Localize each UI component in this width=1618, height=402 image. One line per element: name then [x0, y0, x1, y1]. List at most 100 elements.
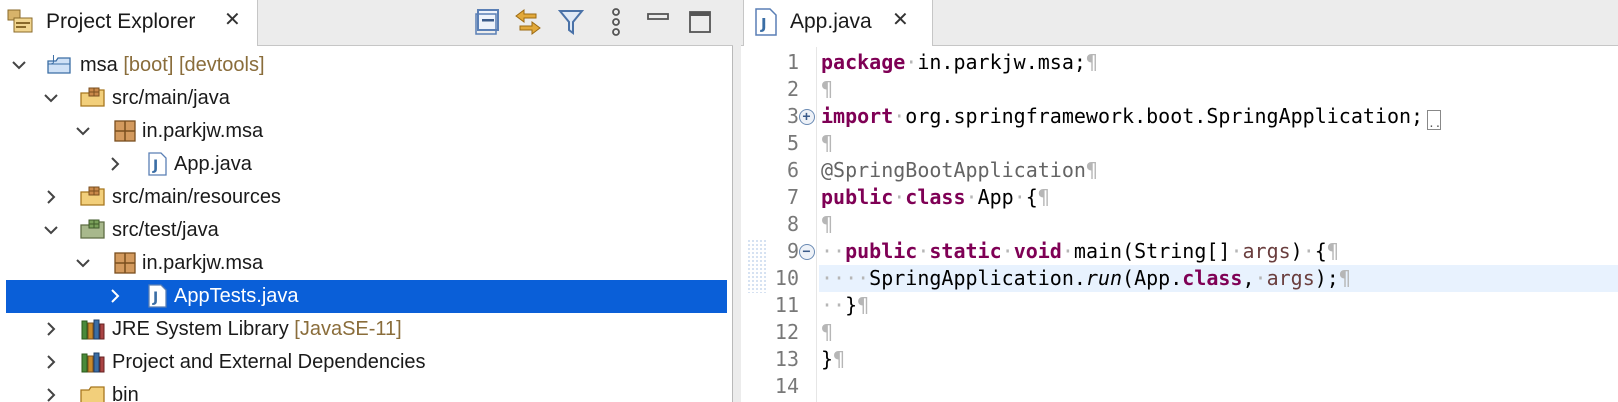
tree-item-label: Project and External Dependencies — [112, 351, 426, 373]
test-folder-icon — [80, 219, 105, 239]
project-tree: J msa [boot] [devtools] src/main/java in… — [0, 48, 733, 402]
chevron-right-icon[interactable] — [42, 188, 60, 206]
code-line[interactable]: ¶ — [819, 319, 1618, 346]
tab-project-explorer[interactable]: Project Explorer ✕ — [0, 0, 258, 46]
project-explorer-icon — [7, 9, 33, 33]
tree-item-label: in.parkjw.msa — [142, 120, 264, 142]
tree-item-label: bin — [112, 384, 139, 402]
collapsed-imports-box[interactable]: .. — [1427, 110, 1441, 130]
tree-item-label: App.java — [174, 153, 252, 175]
line-number: 2 — [786, 77, 799, 101]
tree-item-label: src/main/resources — [112, 186, 281, 208]
chevron-right-icon[interactable] — [42, 353, 60, 371]
editor-header: J App.java ✕ — [741, 0, 1618, 46]
tab-label: App.java — [790, 10, 872, 33]
chevron-right-icon[interactable] — [106, 155, 124, 173]
line-number: 12 — [774, 320, 799, 344]
package-icon — [114, 252, 136, 274]
tree-item-bin[interactable]: bin — [6, 379, 727, 402]
folder-icon — [80, 386, 105, 402]
project-icon: J — [47, 54, 71, 74]
code-line[interactable]: public·class·App·{¶ — [819, 184, 1618, 211]
project-explorer-view: Project Explorer ✕ J msa [boot] [devtool… — [0, 0, 733, 402]
tab-app-java[interactable]: J App.java ✕ — [743, 0, 933, 46]
tree-item-src-main-resources[interactable]: src/main/resources — [6, 181, 727, 214]
chevron-down-icon[interactable] — [42, 89, 60, 107]
chevron-down-icon[interactable] — [10, 56, 28, 74]
line-number: 9 — [786, 239, 799, 263]
tree-item-label: msa [boot] [devtools] — [80, 54, 265, 76]
tree-item-label: in.parkjw.msa — [142, 252, 264, 274]
line-number: 6 — [786, 158, 799, 182]
source-folder-icon — [80, 87, 105, 107]
code-line[interactable]: ··}¶ — [819, 292, 1618, 319]
current-line-marker — [747, 239, 767, 293]
explorer-header: Project Explorer ✕ — [0, 0, 733, 46]
java-file-icon: J — [755, 8, 777, 36]
java-editor: J App.java ✕ 1 2 3 +5 6 7 8 9−10 11 12 13 14 packag… — [741, 0, 1618, 402]
tree-item-project-dependencies[interactable]: Project and External Dependencies — [6, 346, 727, 379]
close-icon[interactable]: ✕ — [892, 10, 909, 30]
close-icon[interactable]: ✕ — [224, 10, 241, 30]
java-file-icon: J — [148, 152, 167, 176]
code-line[interactable]: ··public·static·void·main(String[]·args)… — [819, 238, 1618, 265]
link-with-editor-icon[interactable] — [512, 6, 544, 38]
filter-icon[interactable] — [555, 6, 587, 38]
chevron-down-icon[interactable] — [74, 254, 92, 272]
chevron-down-icon[interactable] — [42, 221, 60, 239]
code-line[interactable]: import·org.springframework.boot.SpringAp… — [819, 103, 1618, 130]
svg-text:J: J — [152, 158, 158, 174]
chevron-right-icon[interactable] — [42, 386, 60, 402]
view-menu-icon[interactable] — [600, 6, 632, 38]
library-icon — [81, 319, 105, 340]
line-number: 14 — [774, 374, 799, 398]
tab-label: Project Explorer — [46, 10, 196, 33]
tree-item-app-java[interactable]: J App.java — [6, 148, 727, 181]
java-file-icon: J — [148, 284, 167, 308]
code-line[interactable]: ¶ — [819, 211, 1618, 238]
code-line[interactable]: @SpringBootApplication¶ — [819, 157, 1618, 184]
tree-item-apptests-java[interactable]: J AppTests.java — [6, 280, 727, 313]
tree-item-label: AppTests.java — [174, 285, 299, 307]
library-icon — [81, 352, 105, 373]
line-number: 13 — [774, 347, 799, 371]
tree-item-src-main-java[interactable]: src/main/java — [6, 82, 727, 115]
line-number-gutter: 1 2 3 +5 6 7 8 9−10 11 12 13 14 — [769, 47, 817, 402]
line-number: 8 — [786, 212, 799, 236]
overview-ruler — [741, 47, 769, 402]
tree-item-package[interactable]: in.parkjw.msa — [6, 115, 727, 148]
code-line[interactable]: ····SpringApplication.run(App.class,·arg… — [819, 265, 1618, 292]
tree-item-test-package[interactable]: in.parkjw.msa — [6, 247, 727, 280]
source-folder-icon — [80, 186, 105, 206]
line-number: 3 — [786, 104, 799, 128]
svg-text:J: J — [760, 15, 767, 33]
chevron-right-icon[interactable] — [106, 287, 124, 305]
tree-item-label: src/test/java — [112, 219, 219, 241]
tree-item-msa[interactable]: J msa [boot] [devtools] — [6, 49, 727, 82]
line-number: 5 — [786, 131, 799, 155]
svg-text:J: J — [152, 290, 158, 306]
fold-collapse-icon[interactable]: − — [799, 243, 815, 260]
line-number: 7 — [786, 185, 799, 209]
tree-item-jre-system-library[interactable]: JRE System Library [JavaSE-11] — [6, 313, 727, 346]
chevron-down-icon[interactable] — [74, 122, 92, 140]
code-line[interactable] — [819, 373, 1618, 400]
line-number: 1 — [786, 50, 799, 74]
tree-item-label: JRE System Library [JavaSE-11] — [112, 318, 402, 340]
package-icon — [114, 120, 136, 142]
maximize-icon[interactable] — [684, 6, 716, 38]
line-number: 10 — [774, 266, 799, 290]
code-line[interactable]: }¶ — [819, 346, 1618, 373]
code-line[interactable]: ¶ — [819, 76, 1618, 103]
code-line[interactable]: ¶ — [819, 130, 1618, 157]
fold-expand-icon[interactable]: + — [799, 108, 815, 125]
code-area[interactable]: package·in.parkjw.msa;¶ ¶ import·org.sprin… — [819, 47, 1618, 402]
svg-text:J: J — [51, 54, 55, 65]
code-line[interactable]: package·in.parkjw.msa;¶ — [819, 49, 1618, 76]
chevron-right-icon[interactable] — [42, 320, 60, 338]
collapse-all-icon[interactable] — [472, 6, 504, 38]
tree-item-label: src/main/java — [112, 87, 230, 109]
line-number: 11 — [774, 293, 799, 317]
tree-item-src-test-java[interactable]: src/test/java — [6, 214, 727, 247]
minimize-icon[interactable] — [642, 6, 674, 38]
